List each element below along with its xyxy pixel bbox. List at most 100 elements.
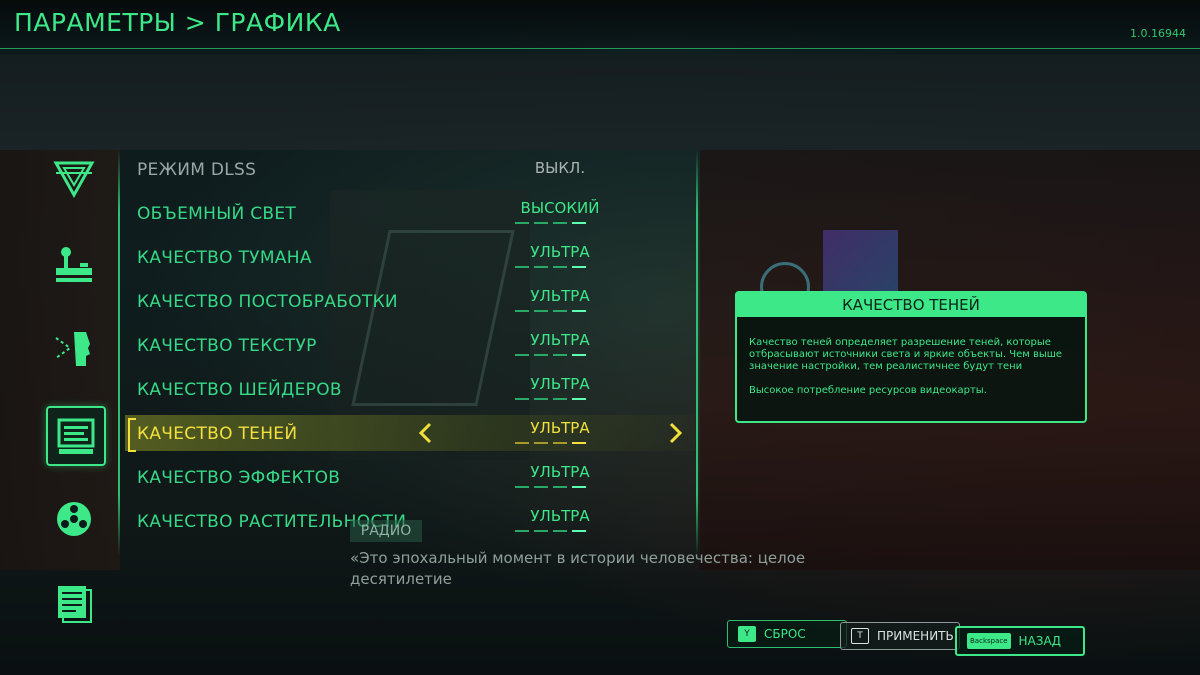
setting-row-texture-quality[interactable]: КАЧЕСТВО ТЕКСТУР УЛЬТРА	[125, 327, 695, 363]
triangle-logo-icon	[53, 161, 95, 199]
level-segment	[515, 442, 529, 444]
level-indicator	[515, 222, 586, 225]
level-segment	[515, 266, 529, 268]
level-segment	[515, 222, 529, 224]
version-label: 1.0.16944	[1130, 27, 1186, 40]
setting-value: УЛЬТРА	[530, 331, 590, 349]
info-body: Качество теней определяет разрешение тен…	[749, 337, 1069, 409]
head-profile-icon	[55, 332, 90, 366]
setting-row-effects-quality[interactable]: КАЧЕСТВО ЭФФЕКТОВ УЛЬТРА	[125, 459, 695, 495]
level-segment	[572, 354, 586, 356]
level-segment	[553, 442, 567, 444]
level-segment	[534, 486, 548, 488]
level-segment	[515, 530, 529, 532]
arrow-left-icon[interactable]	[414, 421, 438, 445]
level-segment	[553, 266, 567, 268]
bg-ceiling	[0, 55, 1200, 150]
documents-icon	[58, 586, 92, 623]
level-segment	[515, 354, 529, 356]
setting-row-fog-quality[interactable]: КАЧЕСТВО ТУМАНА УЛЬТРА	[125, 239, 695, 275]
nav-joystick-icon[interactable]	[46, 236, 102, 292]
level-segment	[572, 530, 586, 532]
level-segment	[534, 354, 548, 356]
back-label: НАЗАД	[1018, 634, 1062, 648]
level-segment	[534, 530, 548, 532]
level-segment	[515, 398, 529, 400]
setting-row-shader-quality[interactable]: КАЧЕСТВО ШЕЙДЕРОВ УЛЬТРА	[125, 371, 695, 407]
level-indicator	[515, 442, 586, 445]
level-segment	[534, 398, 548, 400]
header-bar: ПАРАМЕТРЫ > ГРАФИКА 1.0.16944	[0, 0, 1200, 48]
level-segment	[553, 310, 567, 312]
setting-value: УЛЬТРА	[530, 419, 590, 437]
key-hint: T	[851, 628, 869, 644]
level-indicator	[515, 530, 586, 533]
level-indicator	[515, 310, 586, 313]
setting-label: РЕЖИМ DLSS	[137, 160, 257, 180]
level-segment	[553, 398, 567, 400]
key-hint: Y	[738, 626, 756, 642]
setting-row-shadow-quality[interactable]: КАЧЕСТВО ТЕНЕЙ УЛЬТРА	[125, 415, 695, 452]
level-segment	[572, 486, 586, 488]
nav-documents-icon[interactable]	[46, 576, 102, 632]
left-rail-divider	[118, 150, 120, 555]
apply-label: ПРИМЕНИТЬ	[877, 629, 954, 643]
level-segment	[534, 222, 548, 224]
level-segment	[534, 442, 548, 444]
setting-value: УЛЬТРА	[530, 287, 590, 305]
level-indicator	[515, 486, 586, 489]
radio-subtitle: «Это эпохальный момент в истории человеч…	[350, 549, 806, 588]
setting-value: УЛЬТРА	[530, 243, 590, 261]
joystick-icon	[56, 247, 92, 282]
mid-rail-divider	[696, 150, 698, 555]
setting-value: УЛЬТРА	[530, 507, 590, 525]
level-segment	[553, 354, 567, 356]
setting-info-panel: КАЧЕСТВО ТЕНЕЙ Качество теней определяет…	[735, 291, 1087, 423]
nav-monitor-icon[interactable]	[46, 406, 106, 466]
level-segment	[515, 310, 529, 312]
setting-row-postprocess-quality[interactable]: КАЧЕСТВО ПОСТОБРАБОТКИ УЛЬТРА	[125, 283, 695, 319]
apply-button[interactable]: T ПРИМЕНИТЬ	[840, 622, 960, 650]
back-button[interactable]: Backspace НАЗАД	[955, 626, 1085, 656]
level-segment	[534, 266, 548, 268]
level-indicator	[515, 266, 586, 269]
setting-label: КАЧЕСТВО ТЕНЕЙ	[137, 424, 298, 444]
selection-bracket	[128, 418, 136, 452]
arrow-right-icon[interactable]	[663, 421, 687, 445]
level-segment	[515, 486, 529, 488]
level-segment	[572, 442, 586, 444]
header-divider	[0, 48, 1200, 49]
setting-label: ОБЪЕМНЫЙ СВЕТ	[137, 204, 297, 224]
setting-value: УЛЬТРА	[530, 463, 590, 481]
setting-value: ВЫКЛ.	[534, 159, 586, 177]
setting-label: КАЧЕСТВО ШЕЙДЕРОВ	[137, 380, 342, 400]
level-indicator	[515, 354, 586, 357]
setting-row-volumetric-light[interactable]: ОБЪЕМНЫЙ СВЕТ ВЫСОКИЙ	[125, 195, 695, 231]
radio-tag: РАДИО	[350, 520, 422, 542]
setting-row-dlss[interactable]: РЕЖИМ DLSS ВЫКЛ.	[125, 151, 695, 187]
info-description: Качество теней определяет разрешение тен…	[749, 337, 1063, 372]
reset-label: СБРОС	[764, 627, 806, 641]
level-segment	[572, 310, 586, 312]
level-segment	[553, 222, 567, 224]
setting-value: УЛЬТРА	[530, 375, 590, 393]
nav-triangle-logo-icon[interactable]	[46, 151, 102, 207]
reset-button[interactable]: Y СБРОС	[727, 620, 847, 648]
nav-head-profile-icon[interactable]	[46, 320, 102, 376]
info-cost: Высокое потребление ресурсов видеокарты.	[749, 385, 987, 396]
level-segment	[572, 222, 586, 224]
monitor-icon	[57, 418, 95, 454]
info-title: КАЧЕСТВО ТЕНЕЙ	[737, 293, 1085, 317]
level-segment	[572, 266, 586, 268]
key-hint: Backspace	[967, 633, 1011, 649]
setting-label: КАЧЕСТВО ТЕКСТУР	[137, 336, 317, 356]
level-indicator	[515, 398, 586, 401]
nav-reel-icon[interactable]	[46, 491, 102, 547]
reel-icon	[57, 502, 91, 536]
setting-label: КАЧЕСТВО ПОСТОБРАБОТКИ	[137, 292, 398, 312]
level-segment	[572, 398, 586, 400]
setting-label: КАЧЕСТВО ТУМАНА	[137, 248, 312, 268]
page-title: ПАРАМЕТРЫ > ГРАФИКА	[14, 8, 341, 37]
level-segment	[534, 310, 548, 312]
setting-value: ВЫСОКИЙ	[520, 199, 600, 217]
